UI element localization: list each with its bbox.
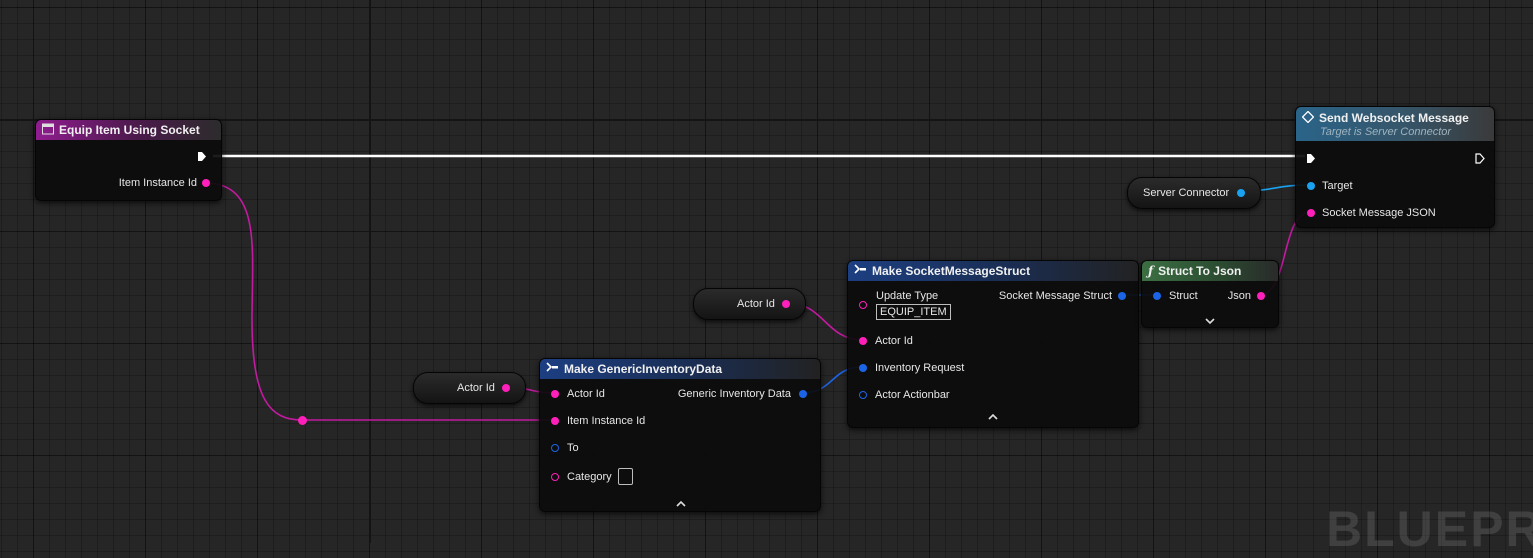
pin-category[interactable]: Category [551,468,633,485]
variable-node-server-connector[interactable]: Server Connector [1127,177,1261,209]
variable-label: Actor Id [457,382,495,394]
pin-label: Struct [1169,290,1198,302]
pin-label: Socket Message JSON [1322,207,1436,219]
struct-pin-icon[interactable] [859,364,867,372]
function-icon: ƒ [1148,264,1154,278]
variable-label: Actor Id [737,298,775,310]
exec-out-icon [1475,153,1485,164]
pin-target[interactable]: Target [1307,180,1353,192]
event-node-equip-item[interactable]: Equip Item Using Socket Item Instance Id [35,119,222,201]
struct-pin-empty-icon[interactable] [859,391,867,399]
function-node-struct-to-json[interactable]: ƒ Struct To Json Struct Json [1141,260,1279,328]
make-struct-icon [546,362,559,376]
function-node-send-websocket[interactable]: Send Websocket Message Target is Server … [1295,106,1495,228]
pin-label: To [567,442,579,454]
node-title: Make SocketMessageStruct [872,264,1031,278]
struct-pin-empty-icon[interactable] [551,444,559,452]
string-pin-icon[interactable] [781,300,790,308]
make-node-generic-inventory-data[interactable]: Make GenericInventoryData Actor Id Gener… [539,358,821,512]
node-title: Make GenericInventoryData [564,362,723,376]
object-pin-icon[interactable] [1307,182,1315,190]
variable-label: Server Connector [1143,187,1230,199]
pin-label: Category [567,470,612,483]
enum-pin-icon[interactable] [859,301,867,309]
exec-out-pin[interactable] [1475,153,1485,164]
node-subtitle: Target is Server Connector [1320,125,1452,138]
pin-socket-message-struct-out[interactable]: Socket Message Struct [999,290,1126,302]
pin-label: Generic Inventory Data [677,388,791,400]
string-pin-icon[interactable] [551,417,559,425]
exec-in-pin[interactable] [1306,153,1316,164]
pin-label: Item Instance Id [118,177,197,189]
pin-json-out[interactable]: Json [1228,290,1265,302]
pin-label: Actor Actionbar [875,389,950,401]
blueprint-watermark: BLUEPR [1326,501,1533,557]
pin-to[interactable]: To [551,442,579,454]
node-title: Struct To Json [1158,264,1242,278]
pin-label: Json [1227,290,1251,302]
pin-generic-inventory-data-out[interactable]: Generic Inventory Data [678,388,807,400]
pin-item-instance-id[interactable]: Item Instance Id [551,415,645,427]
collapse-chevron-up-icon[interactable] [988,409,998,423]
pin-struct[interactable]: Struct [1153,290,1198,302]
string-pin-icon[interactable] [859,337,867,345]
collapse-chevron-up-icon[interactable] [676,496,686,510]
string-pin-icon[interactable] [501,384,510,392]
pin-label: Target [1322,180,1353,192]
string-pin-icon[interactable] [551,390,559,398]
node-title: Equip Item Using Socket [59,123,200,137]
node-title: Send Websocket Message [1319,111,1469,125]
pin-actor-id[interactable]: Actor Id [859,335,913,347]
function-diamond-icon [1301,110,1315,126]
pin-label: Inventory Request [875,362,965,374]
pin-item-instance-id-out[interactable]: Item Instance Id [119,177,210,189]
exec-in-icon [1307,154,1315,163]
string-pin-icon[interactable] [1257,292,1265,300]
pin-label: Item Instance Id [567,415,646,427]
pin-actor-actionbar[interactable]: Actor Actionbar [859,389,950,401]
struct-pin-icon[interactable] [1153,292,1161,300]
category-value-box[interactable] [617,468,633,485]
make-node-socket-message-struct[interactable]: Make SocketMessageStruct Update Type EQU… [847,260,1139,428]
event-icon [42,123,54,138]
make-struct-icon [854,264,867,278]
variable-node-actor-id-top[interactable]: Actor Id [693,288,806,320]
expand-chevron-down-icon[interactable] [1205,314,1215,328]
pin-label: Update Type [876,290,939,302]
pin-actor-id[interactable]: Actor Id [551,388,605,400]
string-pin-icon[interactable] [1307,209,1315,217]
exec-out-icon [198,152,206,161]
update-type-dropdown[interactable]: EQUIP_ITEM [876,304,951,320]
pin-socket-message-json[interactable]: Socket Message JSON [1307,207,1436,219]
struct-pin-icon[interactable] [1118,292,1126,300]
pin-inventory-request[interactable]: Inventory Request [859,362,964,374]
struct-pin-icon[interactable] [799,390,807,398]
exec-out-pin[interactable] [197,151,207,162]
string-pin-empty-icon[interactable] [551,472,559,481]
reroute-knot[interactable] [298,416,307,425]
variable-node-actor-id-bottom[interactable]: Actor Id [413,372,526,404]
pin-label: Socket Message Struct [998,290,1112,302]
pin-label: Actor Id [875,335,913,347]
pin-update-type[interactable]: Update Type EQUIP_ITEM [859,290,951,320]
pin-label: Actor Id [567,388,605,400]
string-pin-icon[interactable] [202,179,210,187]
object-pin-icon[interactable] [1237,189,1246,197]
